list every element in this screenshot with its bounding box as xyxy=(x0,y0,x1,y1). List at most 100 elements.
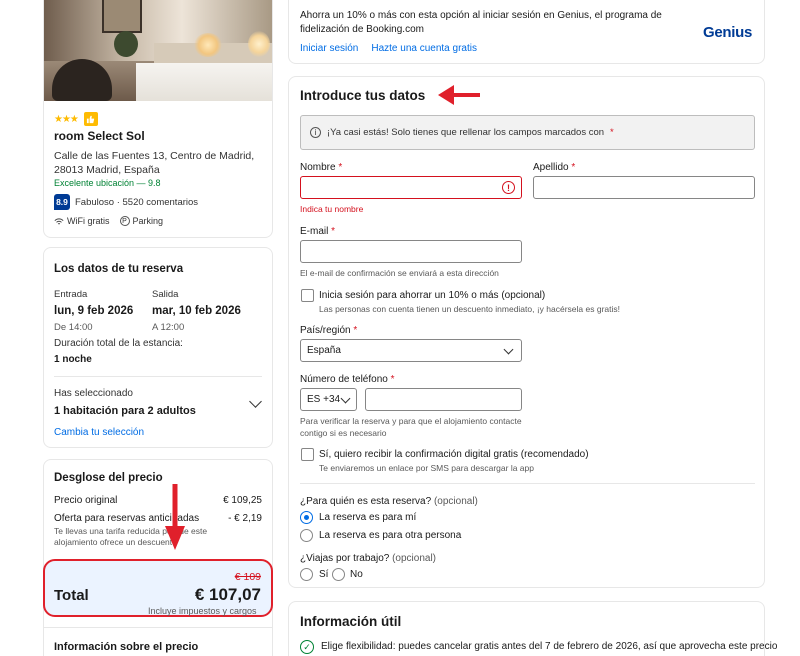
hotel-rating-row: ★★★ xyxy=(54,112,98,126)
hotel-photo[interactable] xyxy=(44,0,272,101)
sms-checkbox[interactable] xyxy=(301,448,314,461)
first-name-error: Indica tu nombre xyxy=(300,204,364,214)
chevron-down-icon[interactable] xyxy=(249,395,262,408)
original-price-strike: € 109 xyxy=(234,571,261,583)
radio-for-other-label[interactable]: La reserva es para otra persona xyxy=(319,530,461,541)
flexibility-text: Elige flexibilidad: puedes cancelar grat… xyxy=(321,641,778,652)
amenity-parking-label: Parking xyxy=(132,216,164,226)
original-price-label: Precio original xyxy=(54,495,118,506)
radio-for-other[interactable] xyxy=(300,529,313,542)
star-icons: ★★★ xyxy=(54,113,79,125)
first-name-label: Nombre * xyxy=(300,162,343,173)
change-selection-link[interactable]: Cambia tu selección xyxy=(54,427,144,438)
review-score-badge: 8.9 xyxy=(54,194,70,210)
photo-plant xyxy=(114,31,138,57)
checkin-time: De 14:00 xyxy=(54,322,93,333)
price-summary-card: Desglose del precio Precio original € 10… xyxy=(43,459,273,656)
radio-work-yes[interactable] xyxy=(300,568,313,581)
photo-frame xyxy=(102,0,142,33)
duration-value: 1 noche xyxy=(54,354,92,365)
location-score: Excelente ubicación — 9.8 xyxy=(54,178,161,188)
work-trip-label: ¿Viajas por trabajo? (opcional) xyxy=(300,553,437,564)
price-breakdown-title: Desglose del precio xyxy=(54,472,163,484)
error-icon: ! xyxy=(502,181,515,194)
phone-input[interactable] xyxy=(365,388,522,411)
checkout-column: Salida mar, 10 feb 2026 A 12:00 xyxy=(152,289,241,333)
radio-work-no-label[interactable]: No xyxy=(350,569,363,580)
last-name-input[interactable] xyxy=(533,176,755,199)
signin-link[interactable]: Iniciar sesión xyxy=(300,43,358,54)
radio-work-no[interactable] xyxy=(332,568,345,581)
hotel-name: room Select Sol xyxy=(54,129,145,143)
checkout-date: mar, 10 feb 2026 xyxy=(152,305,241,317)
checkin-date: lun, 9 feb 2026 xyxy=(54,305,134,317)
genius-banner-card: Ahorra un 10% o más con esta opción al i… xyxy=(288,0,765,64)
wifi-icon xyxy=(54,217,64,224)
for-whom-label: ¿Para quién es esta reserva? (opcional) xyxy=(300,496,478,507)
info-icon: i xyxy=(310,127,321,138)
checkin-label: Entrada xyxy=(54,289,88,300)
first-name-input[interactable]: ! xyxy=(300,176,522,199)
email-input[interactable] xyxy=(300,240,522,263)
photo-lamp xyxy=(194,33,222,57)
thumbs-up-icon xyxy=(83,112,98,126)
email-hint: El e-mail de confirmación se enviará a e… xyxy=(300,268,499,278)
checkin-column: Entrada lun, 9 feb 2026 De 14:00 xyxy=(54,289,133,333)
divider xyxy=(54,376,262,377)
amenities-row: WiFi gratis P Parking xyxy=(54,216,163,226)
create-account-link[interactable]: Hazte una cuenta gratis xyxy=(371,43,477,54)
signin-checkbox[interactable] xyxy=(301,289,314,302)
selection-value: 1 habitación para 2 adultos xyxy=(54,405,196,417)
country-value: España xyxy=(307,345,341,356)
phone-prefix-select[interactable]: ES +34 xyxy=(300,388,357,411)
taxes-note: Incluye impuestos y cargos xyxy=(148,606,257,616)
chevron-down-icon xyxy=(340,393,351,404)
offer-note: Te llevas una tarifa reducida porque est… xyxy=(54,526,208,547)
check-circle-icon: ✓ xyxy=(300,640,314,654)
annotation-arrow-left-icon xyxy=(438,85,480,105)
hotel-address: Calle de las Fuentes 13, Centro de Madri… xyxy=(54,150,255,176)
last-name-label: Apellido * xyxy=(533,162,576,173)
selection-label: Has seleccionado xyxy=(54,388,133,399)
genius-links: Iniciar sesión Hazte una cuenta gratis xyxy=(300,43,477,54)
required-mark: * xyxy=(610,127,614,138)
price-info-title[interactable]: Información sobre el precio xyxy=(54,641,198,653)
hotel-card: ★★★ room Select Sol Calle de las Fuentes… xyxy=(43,0,273,238)
phone-hint: Para verificar la reserva y para que el … xyxy=(300,416,522,438)
reservation-details-card: Los datos de tu reserva Entrada lun, 9 f… xyxy=(43,247,273,448)
original-price-value: € 109,25 xyxy=(223,495,262,506)
offer-row: Oferta para reservas anticipadas - € 2,1… xyxy=(54,513,262,524)
sms-checkbox-label[interactable]: Sí, quiero recibir la confirmación digit… xyxy=(319,449,589,460)
annotation-arrow-down-icon xyxy=(165,484,185,550)
divider xyxy=(300,483,755,484)
form-title: Introduce tus datos xyxy=(300,88,426,103)
info-banner-text: ¡Ya casi estás! Solo tienes que rellenar… xyxy=(327,127,605,138)
total-label: Total xyxy=(54,587,89,604)
duration-label: Duración total de la estancia: xyxy=(54,338,183,349)
phone-label: Número de teléfono * xyxy=(300,374,395,385)
radio-for-me-label[interactable]: La reserva es para mí xyxy=(319,512,416,523)
country-select[interactable]: España xyxy=(300,339,522,362)
photo-chair xyxy=(52,59,112,101)
checkout-label: Salida xyxy=(152,289,179,300)
sms-hint: Te enviaremos un enlace por SMS para des… xyxy=(319,463,534,473)
useful-info-card: Información útil ✓ Elige flexibilidad: p… xyxy=(288,601,777,656)
amenity-wifi: WiFi gratis xyxy=(54,216,110,226)
photo-bed xyxy=(136,63,272,101)
checkout-time: A 12:00 xyxy=(152,322,185,333)
chevron-down-icon xyxy=(503,344,514,355)
signin-hint: Las personas con cuenta tienen un descue… xyxy=(319,304,620,314)
amenity-parking: P Parking xyxy=(119,216,164,226)
genius-text: Ahorra un 10% o más con esta opción al i… xyxy=(300,10,662,35)
phone-prefix-value: ES +34 xyxy=(307,394,341,405)
offer-value: - € 2,19 xyxy=(228,513,262,524)
review-score-row: 8.9 Fabuloso · 5520 comentarios xyxy=(54,194,198,210)
signin-checkbox-label[interactable]: Inicia sesión para ahorrar un 10% o más … xyxy=(319,290,545,301)
email-label: E-mail * xyxy=(300,226,336,237)
reservation-title: Los datos de tu reserva xyxy=(54,263,184,275)
genius-logo: Genius xyxy=(702,24,752,41)
radio-for-me[interactable] xyxy=(300,511,313,524)
total-value: € 107,07 xyxy=(194,585,261,604)
radio-work-yes-label[interactable]: Sí xyxy=(319,569,328,580)
parking-icon: P xyxy=(119,216,130,226)
